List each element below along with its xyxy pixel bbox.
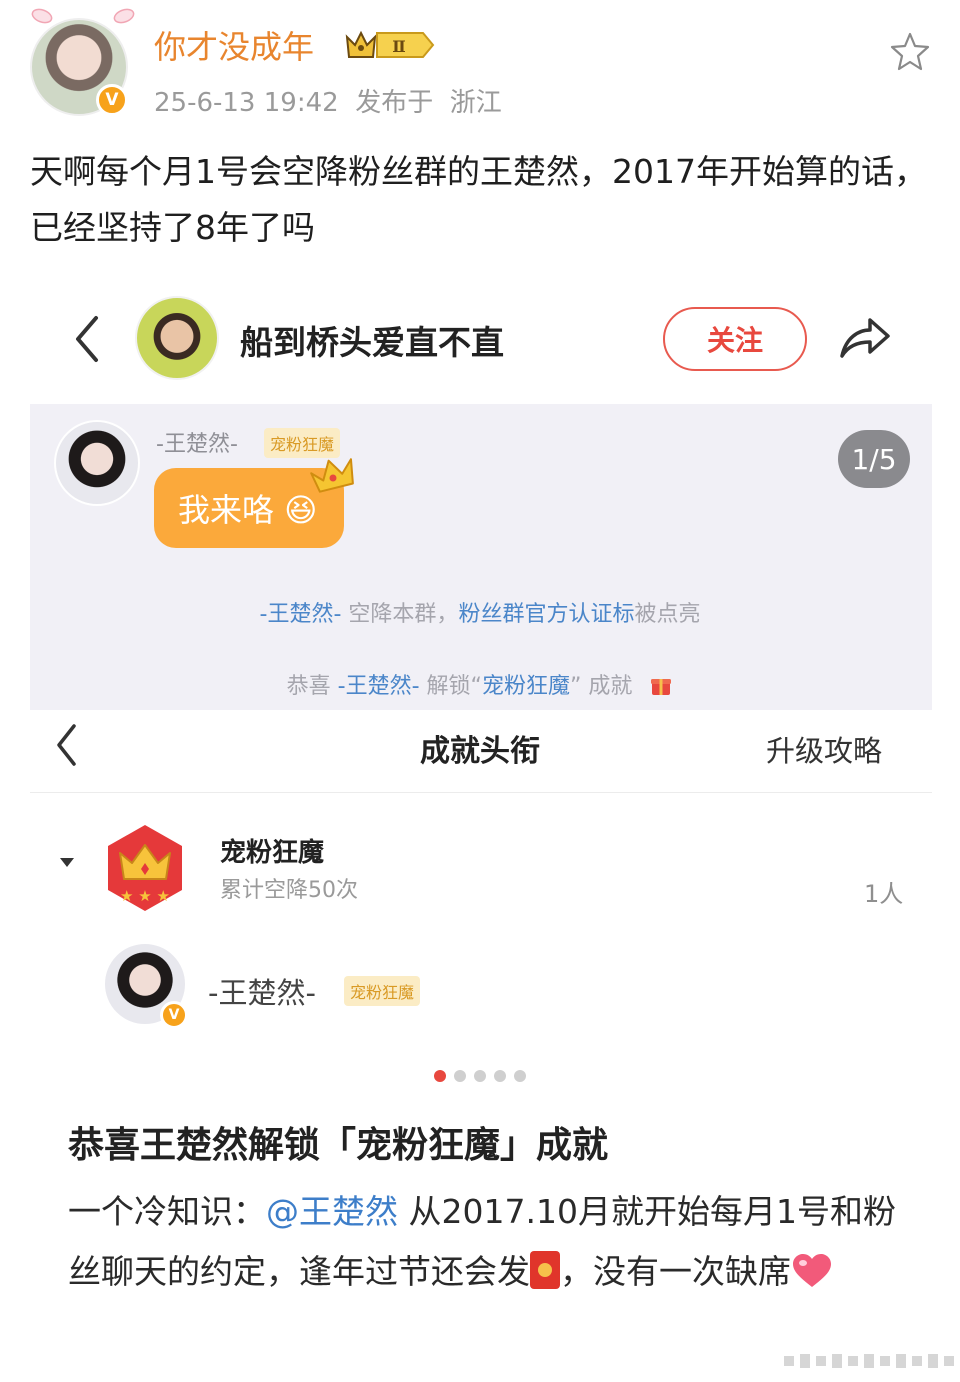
svg-text:Ⅱ: Ⅱ	[392, 37, 405, 56]
carousel-dot[interactable]	[434, 1070, 446, 1082]
bunny-ears-decoration-icon	[31, 8, 135, 24]
gift-box-icon	[651, 679, 672, 695]
holder-name[interactable]: -王楚然-	[208, 970, 316, 1012]
collapse-caret-icon[interactable]	[60, 858, 74, 867]
article-title: 恭喜王楚然解锁「宠粉狂魔」成就	[68, 1125, 609, 1166]
user-mention-link[interactable]: @王楚然	[266, 1192, 398, 1231]
member-level-badge-icon[interactable]: Ⅱ	[343, 27, 437, 63]
group-name: 船到桥头爱直不直	[240, 323, 504, 362]
holder-title-tag: 宠粉狂魔	[344, 976, 421, 1006]
post-location: 浙江	[449, 88, 502, 118]
system-notice-tail: 被点亮	[634, 602, 701, 627]
share-icon[interactable]	[836, 312, 892, 362]
sender-name: -王楚然-	[156, 432, 238, 457]
favorite-star-icon[interactable]	[888, 30, 932, 74]
heart-icon	[793, 1254, 831, 1287]
follow-button[interactable]: 关注	[663, 307, 807, 371]
author-username[interactable]: 你才没成年	[154, 22, 314, 68]
verified-badge: V	[96, 84, 128, 116]
system-notice-prefix: 恭喜	[286, 674, 331, 699]
system-notice-achievement: 恭喜 -王楚然- 解锁“宠粉狂魔” 成就	[0, 668, 960, 700]
achievement-description: 累计空降50次	[220, 878, 358, 903]
red-packet-icon	[530, 1251, 560, 1289]
system-notice-name[interactable]: -王楚然-	[260, 602, 342, 627]
carousel-dots	[0, 1070, 960, 1082]
post-body-text: 天啊每个月1号会空降粉丝群的王楚然，2017年开始算的话，已经坚持了8年了吗	[30, 152, 927, 247]
system-notice-airdrop: -王楚然- 空降本群，粉丝群官方认证标被点亮	[0, 596, 960, 628]
carousel-dot[interactable]	[494, 1070, 506, 1082]
chat-back-icon[interactable]	[70, 312, 104, 366]
svg-text:★ ★ ★: ★ ★ ★	[120, 887, 170, 905]
achievement-name: 宠粉狂魔	[220, 838, 325, 868]
carousel-dot[interactable]	[514, 1070, 526, 1082]
quote-close: ”	[569, 674, 582, 699]
group-avatar[interactable]	[135, 296, 219, 380]
system-notice-text: 空降本群，	[348, 602, 459, 627]
carousel-dot[interactable]	[474, 1070, 486, 1082]
system-notice-tail: 成就	[588, 674, 633, 699]
article-body: 一个冷知识：@王楚然 从2017.10月就开始每月1号和粉丝聊天的约定，逢年过节…	[68, 1182, 898, 1302]
quote-open: “	[470, 674, 482, 699]
sender-avatar[interactable]	[54, 420, 140, 506]
upgrade-guide-link[interactable]: 升级攻略	[766, 728, 882, 770]
holder-verified-badge: V	[160, 1001, 188, 1029]
header-divider	[30, 792, 932, 793]
crown-icon	[310, 458, 354, 493]
article-body-text: ，没有一次缺席	[560, 1252, 791, 1291]
system-notice-highlight[interactable]: 粉丝群官方认证标	[458, 602, 634, 627]
system-notice-achievement-name[interactable]: 宠粉狂魔	[482, 674, 570, 699]
post-timestamp: 25-6-13 19:42	[154, 88, 339, 118]
image-page-indicator: 1/5	[838, 430, 910, 488]
article-body-prefix: 一个冷知识：	[68, 1192, 266, 1231]
achievement-crown-icon: ★ ★ ★	[108, 825, 182, 911]
system-notice-text: 解锁	[426, 674, 471, 699]
achievement-holder-count: 1人	[864, 880, 904, 908]
post-meta: 25-6-13 19:42 发布于 浙江	[154, 82, 502, 119]
watermark-dots	[784, 1354, 954, 1368]
carousel-dot[interactable]	[454, 1070, 466, 1082]
post-location-prefix: 发布于	[355, 88, 434, 118]
system-notice-name[interactable]: -王楚然-	[338, 674, 420, 699]
